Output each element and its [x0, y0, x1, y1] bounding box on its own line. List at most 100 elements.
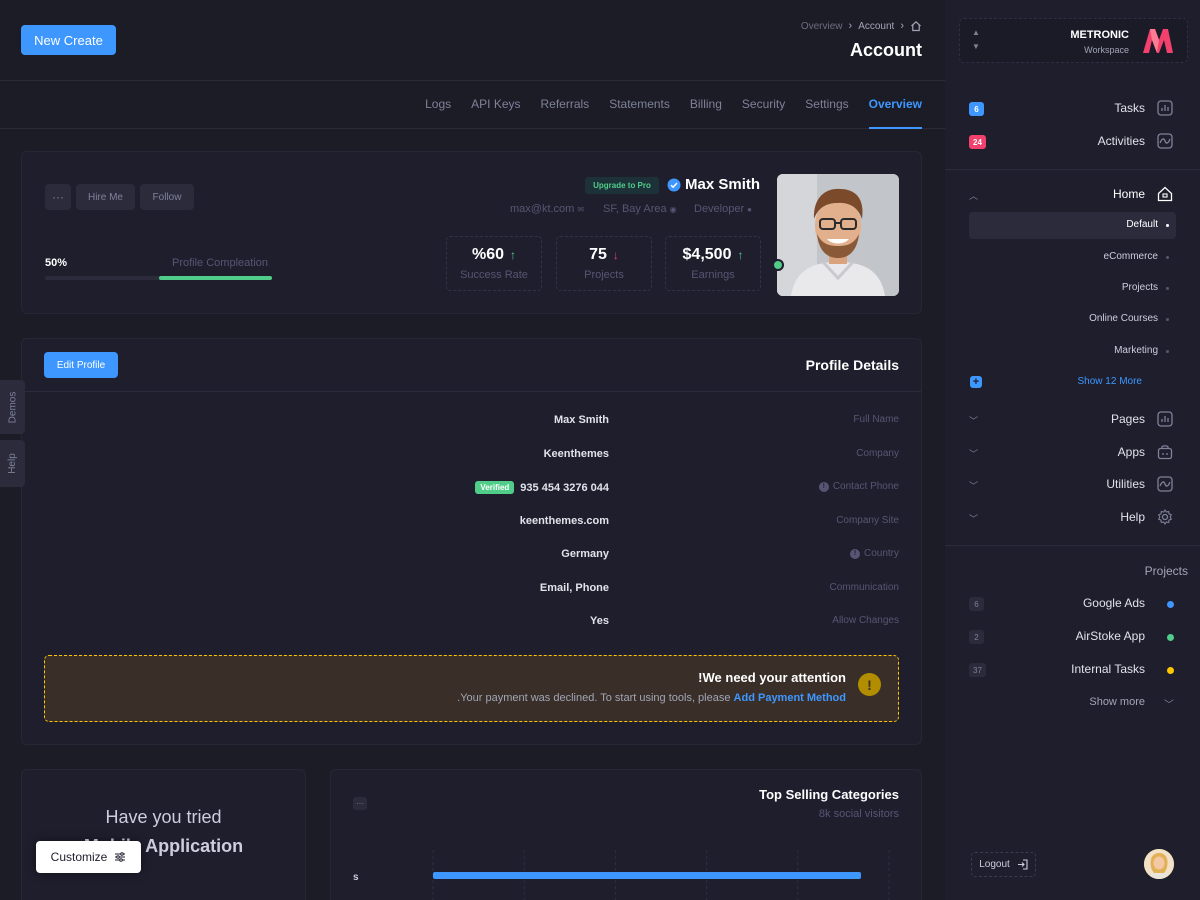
completion-label: Profile Compleation [172, 257, 268, 269]
sidebar: ▲ ▼ METRONIC Workspace 6 Tasks 24 Activi… [945, 0, 1200, 900]
project-label: AirStoke App [1075, 629, 1145, 643]
breadcrumb: Overview › Account › [801, 20, 922, 32]
demos-side-tab[interactable]: Demos [0, 380, 25, 434]
tab-billing[interactable]: Billing [690, 82, 722, 129]
arrow-up-icon: ↑ [737, 248, 744, 262]
user-avatar-illustration [1144, 849, 1174, 879]
sidebar-item-label: Help [1120, 510, 1145, 524]
chart-box-icon [1157, 411, 1173, 427]
new-create-button[interactable]: New Create [21, 25, 116, 55]
chevron-down-icon: ▼ [972, 42, 980, 51]
completion-progress-fill [158, 276, 272, 280]
user-email[interactable]: max@kt.com ✉ [510, 203, 584, 215]
project-status-dot [1167, 601, 1174, 608]
top-bar: New Create Overview › Account › Account [0, 0, 945, 81]
project-count: 6 [969, 597, 984, 611]
tab-api-keys[interactable]: API Keys [471, 82, 520, 129]
chevron-up-icon: ▲ [972, 28, 980, 37]
arrow-down-icon: ↓ [612, 248, 619, 262]
logout-button[interactable]: Logout [971, 852, 1036, 877]
chevron-down-icon: ﹀ [969, 449, 979, 459]
workspace-name: METRONIC [1070, 29, 1129, 41]
location-pin-icon: ◉ [669, 204, 677, 214]
info-icon[interactable]: ! [849, 548, 860, 559]
show-12-more-link[interactable]: Show 12 More [1078, 376, 1142, 387]
customize-button[interactable]: Customize [36, 841, 141, 873]
user-role-text: Developer [694, 203, 745, 215]
show-more-projects-button[interactable]: Show more [1089, 696, 1145, 708]
stat-value: 75 ↓ [557, 246, 651, 264]
more-options-button[interactable]: ··· [45, 184, 71, 210]
subitem-label: eCommerce [1103, 251, 1158, 262]
project-label: Internal Tasks [1071, 662, 1145, 676]
sidebar-item-apps[interactable]: ﹀ Apps [945, 441, 1200, 465]
tab-logs[interactable]: Logs [425, 82, 451, 129]
plus-icon[interactable]: + [970, 376, 982, 388]
help-side-tab[interactable]: Help [0, 440, 25, 487]
tasks-count-badge: 6 [969, 102, 984, 116]
sidebar-subitem-projects[interactable]: Projects [969, 275, 1176, 302]
upgrade-to-pro-badge[interactable]: Upgrade to Pro [585, 177, 659, 194]
tab-security[interactable]: Security [742, 82, 785, 129]
mobile-app-promo-card: Have you tried Mobile Application [21, 769, 306, 900]
sidebar-item-help[interactable]: ﹀ Help [945, 506, 1200, 530]
sidebar-subitem-marketing[interactable]: Marketing [969, 338, 1176, 365]
breadcrumb-overview[interactable]: Overview [801, 21, 843, 32]
sidebar-item-home[interactable]: ︿ Home [945, 183, 1200, 207]
detail-label: ! Contact Phone [818, 481, 899, 492]
hire-me-button[interactable]: Hire Me [76, 184, 135, 210]
account-tabs: Logs API Keys Referrals Statements Billi… [0, 82, 945, 129]
user-name[interactable]: Max Smith [685, 176, 760, 193]
tab-overview[interactable]: Overview [868, 82, 922, 129]
sidebar-subitem-default[interactable]: Default [969, 212, 1176, 239]
project-item-internal-tasks[interactable]: 37 Internal Tasks [945, 659, 1200, 681]
sidebar-item-pages[interactable]: ﹀ Pages [945, 408, 1200, 432]
project-item-google-ads[interactable]: 6 Google Ads [945, 593, 1200, 615]
info-icon[interactable]: ! [818, 481, 829, 492]
follow-button[interactable]: Follow [140, 184, 194, 210]
chart-bar[interactable] [433, 872, 861, 879]
customize-label: Customize [50, 850, 108, 864]
edit-profile-button[interactable]: Edit Profile [44, 352, 118, 378]
detail-row-allow-changes: Yes Allow Changes [22, 612, 921, 632]
add-payment-method-link[interactable]: Add Payment Method [734, 692, 846, 704]
sidebar-divider [945, 545, 1200, 546]
tab-statements[interactable]: Statements [609, 82, 670, 129]
arrow-up-icon: ↑ [510, 248, 517, 262]
sidebar-subitem-ecommerce[interactable]: eCommerce [969, 244, 1176, 271]
profile-summary-card: ··· Hire Me Follow 50% Profile Compleati… [21, 151, 922, 314]
alert-message: .Your payment was declined. To start usi… [457, 692, 731, 704]
chevron-down-icon[interactable]: ﹀ [1164, 696, 1174, 711]
sidebar-subitem-online-courses[interactable]: Online Courses [969, 306, 1176, 333]
sidebar-item-tasks[interactable]: 6 Tasks [945, 97, 1200, 121]
company-site-link[interactable]: keenthemes.com [520, 515, 609, 527]
stat-label: Earnings [691, 269, 735, 281]
sidebar-item-activities[interactable]: 24 Activities [945, 130, 1200, 154]
chart-subtitle: 8k social visitors [818, 808, 899, 820]
chart-menu-button[interactable]: ··· [353, 797, 367, 810]
user-location-text: SF, Bay Area [603, 203, 667, 215]
stat-projects: 75 ↓ Projects [556, 236, 652, 291]
sidebar-item-utilities[interactable]: ﹀ Utilities [945, 473, 1200, 497]
profile-details-header: Edit Profile Profile Details [22, 339, 921, 392]
tab-referrals[interactable]: Referrals [541, 82, 590, 129]
subitem-label: Default [1126, 219, 1158, 230]
detail-row-full-name: Max Smith Full Name [22, 411, 921, 431]
stat-number: $4,500 [682, 246, 732, 263]
user-role[interactable]: Developer ● [694, 203, 752, 215]
user-avatar[interactable] [1144, 849, 1174, 879]
project-count: 2 [969, 630, 984, 644]
workspace-switcher[interactable]: ▲ ▼ METRONIC Workspace [959, 18, 1188, 63]
home-icon[interactable] [910, 20, 922, 32]
logout-icon [1017, 859, 1028, 870]
tab-settings[interactable]: Settings [805, 82, 848, 129]
workspace-subtitle: Workspace [1084, 45, 1129, 55]
project-status-dot [1167, 667, 1174, 674]
breadcrumb-account[interactable]: Account [858, 21, 894, 32]
detail-value: Keenthemes [543, 448, 609, 460]
profile-avatar[interactable] [777, 174, 899, 296]
user-location[interactable]: SF, Bay Area ◉ [603, 203, 677, 215]
detail-value: Germany [561, 548, 609, 560]
activity-wave-icon [1157, 476, 1173, 492]
project-item-airstoke-app[interactable]: 2 AirStoke App [945, 626, 1200, 648]
